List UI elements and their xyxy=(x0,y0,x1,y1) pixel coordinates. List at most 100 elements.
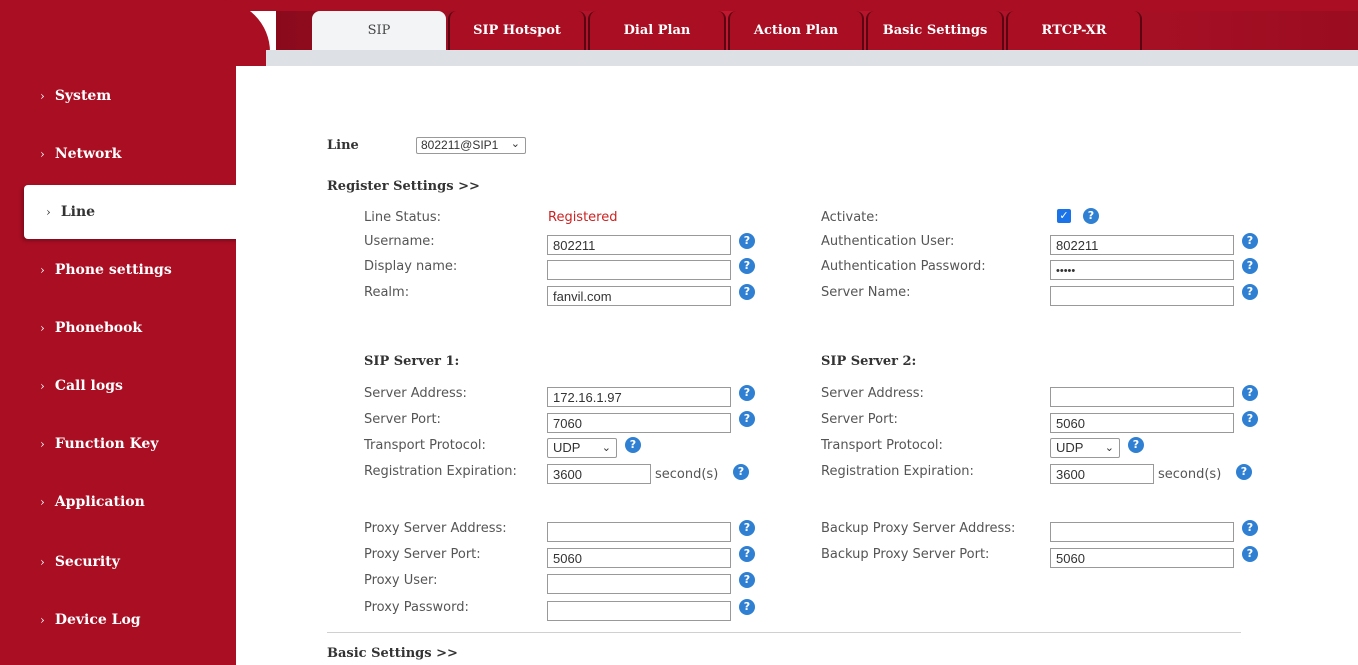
sidebar-item-line[interactable]: › Line xyxy=(24,185,262,239)
proxy-port-field[interactable]: 5060 xyxy=(547,548,731,568)
sidebar-item-label: Phonebook xyxy=(54,320,143,336)
sip-server-1-heading: SIP Server 1: xyxy=(364,354,460,369)
tab-label: Dial Plan xyxy=(623,23,691,38)
chevron-right-icon: › xyxy=(40,379,45,393)
chevron-right-icon: › xyxy=(40,321,45,335)
help-icon[interactable]: ? xyxy=(1242,284,1258,300)
tab-sip[interactable]: SIP xyxy=(312,11,446,50)
server1-port-field[interactable]: 7060 xyxy=(547,413,731,433)
tab-sip-hotspot[interactable]: SIP Hotspot xyxy=(448,11,586,50)
sidebar-item-network[interactable]: › Network xyxy=(0,127,236,181)
register-settings-heading[interactable]: Register Settings >> xyxy=(327,179,480,194)
sidebar-item-label: Device Log xyxy=(54,612,141,628)
chevron-right-icon: › xyxy=(40,613,45,627)
activate-checkbox[interactable]: ✓ xyxy=(1057,209,1071,223)
sidebar-header xyxy=(0,0,270,66)
tab-dial-plan[interactable]: Dial Plan xyxy=(588,11,726,50)
help-icon[interactable]: ? xyxy=(739,258,755,274)
proxy-address-field[interactable] xyxy=(547,522,731,542)
proxy-user-label: Proxy User: xyxy=(364,573,438,588)
chevron-right-icon: › xyxy=(40,263,45,277)
server1-expiration-unit: second(s) xyxy=(655,467,719,482)
tab-label: SIP xyxy=(367,23,391,38)
sidebar-item-label: Application xyxy=(54,494,145,510)
checkmark-icon: ✓ xyxy=(1059,209,1069,222)
chevron-right-icon: › xyxy=(40,147,45,161)
server-name-label: Server Name: xyxy=(821,285,911,300)
select-value: UDP xyxy=(1056,440,1084,455)
help-icon[interactable]: ? xyxy=(1242,233,1258,249)
realm-field[interactable]: fanvil.com xyxy=(547,286,731,306)
help-icon[interactable]: ? xyxy=(1236,464,1252,480)
chevron-down-icon: ⌄ xyxy=(601,442,611,454)
section-divider xyxy=(327,632,1241,633)
sidebar-item-call-logs[interactable]: › Call logs xyxy=(0,359,236,413)
server1-address-field[interactable]: 172.16.1.97 xyxy=(547,387,731,407)
auth-password-label: Authentication Password: xyxy=(821,259,986,274)
server1-expiration-field[interactable]: 3600 xyxy=(547,464,651,484)
help-icon[interactable]: ? xyxy=(739,520,755,536)
sidebar-item-label: Function Key xyxy=(54,436,159,452)
line-select[interactable]: 802211@SIP1 ⌄ xyxy=(416,137,526,154)
chevron-down-icon: ⌄ xyxy=(510,138,520,150)
sidebar-item-phone-settings[interactable]: › Phone settings xyxy=(0,243,236,297)
server2-address-field[interactable] xyxy=(1050,387,1234,407)
server2-expiration-label: Registration Expiration: xyxy=(821,464,974,479)
sidebar-item-label: Phone settings xyxy=(54,262,172,278)
tab-rtcp-xr[interactable]: RTCP-XR xyxy=(1006,11,1142,50)
chevron-right-icon: › xyxy=(40,437,45,451)
sidebar-item-application[interactable]: › Application xyxy=(0,475,236,529)
server2-expiration-field[interactable]: 3600 xyxy=(1050,464,1154,484)
sidebar-item-label: Network xyxy=(54,146,122,162)
tab-label: Action Plan xyxy=(753,23,839,38)
server2-port-field[interactable]: 5060 xyxy=(1050,413,1234,433)
tab-basic-settings[interactable]: Basic Settings xyxy=(866,11,1004,50)
line-status-label: Line Status: xyxy=(364,210,442,225)
help-icon[interactable]: ? xyxy=(1242,520,1258,536)
server1-transport-select[interactable]: UDP ⌄ xyxy=(547,438,617,458)
backup-proxy-address-label: Backup Proxy Server Address: xyxy=(821,521,1016,536)
help-icon[interactable]: ? xyxy=(1242,385,1258,401)
help-icon[interactable]: ? xyxy=(739,572,755,588)
server1-expiration-label: Registration Expiration: xyxy=(364,464,517,479)
sidebar-item-device-log[interactable]: › Device Log xyxy=(0,593,236,647)
help-icon[interactable]: ? xyxy=(739,599,755,615)
tab-action-plan[interactable]: Action Plan xyxy=(728,11,864,50)
username-label: Username: xyxy=(364,234,435,249)
help-icon[interactable]: ? xyxy=(733,464,749,480)
server-name-field[interactable] xyxy=(1050,286,1234,306)
help-icon[interactable]: ? xyxy=(739,233,755,249)
help-icon[interactable]: ? xyxy=(739,385,755,401)
chevron-right-icon: › xyxy=(40,495,45,509)
backup-proxy-port-field[interactable]: 5060 xyxy=(1050,548,1234,568)
sip-server-2-heading: SIP Server 2: xyxy=(821,354,917,369)
help-icon[interactable]: ? xyxy=(739,284,755,300)
help-icon[interactable]: ? xyxy=(1242,411,1258,427)
proxy-password-field[interactable] xyxy=(547,601,731,621)
help-icon[interactable]: ? xyxy=(1242,258,1258,274)
sidebar-item-phonebook[interactable]: › Phonebook xyxy=(0,301,236,355)
auth-user-label: Authentication User: xyxy=(821,234,955,249)
help-icon[interactable]: ? xyxy=(739,411,755,427)
help-icon[interactable]: ? xyxy=(1083,208,1099,224)
auth-password-field[interactable]: ••••• xyxy=(1050,260,1234,280)
backup-proxy-address-field[interactable] xyxy=(1050,522,1234,542)
server2-transport-select[interactable]: UDP ⌄ xyxy=(1050,438,1120,458)
sidebar-item-security[interactable]: › Security xyxy=(0,535,236,589)
help-icon[interactable]: ? xyxy=(1242,546,1258,562)
help-icon[interactable]: ? xyxy=(625,437,641,453)
sidebar-item-function-key[interactable]: › Function Key xyxy=(0,417,236,471)
proxy-password-label: Proxy Password: xyxy=(364,600,469,615)
auth-user-field[interactable]: 802211 xyxy=(1050,235,1234,255)
username-field[interactable]: 802211 xyxy=(547,235,731,255)
sidebar-item-system[interactable]: › System xyxy=(0,69,236,123)
help-icon[interactable]: ? xyxy=(1128,437,1144,453)
proxy-user-field[interactable] xyxy=(547,574,731,594)
sidebar-item-label: Security xyxy=(54,554,120,570)
select-value: UDP xyxy=(553,440,581,455)
basic-settings-heading[interactable]: Basic Settings >> xyxy=(327,646,458,661)
help-icon[interactable]: ? xyxy=(739,546,755,562)
server2-expiration-unit: second(s) xyxy=(1158,467,1222,482)
display-name-field[interactable] xyxy=(547,260,731,280)
main-content: Line 802211@SIP1 ⌄ Register Settings >> L… xyxy=(236,66,1358,665)
